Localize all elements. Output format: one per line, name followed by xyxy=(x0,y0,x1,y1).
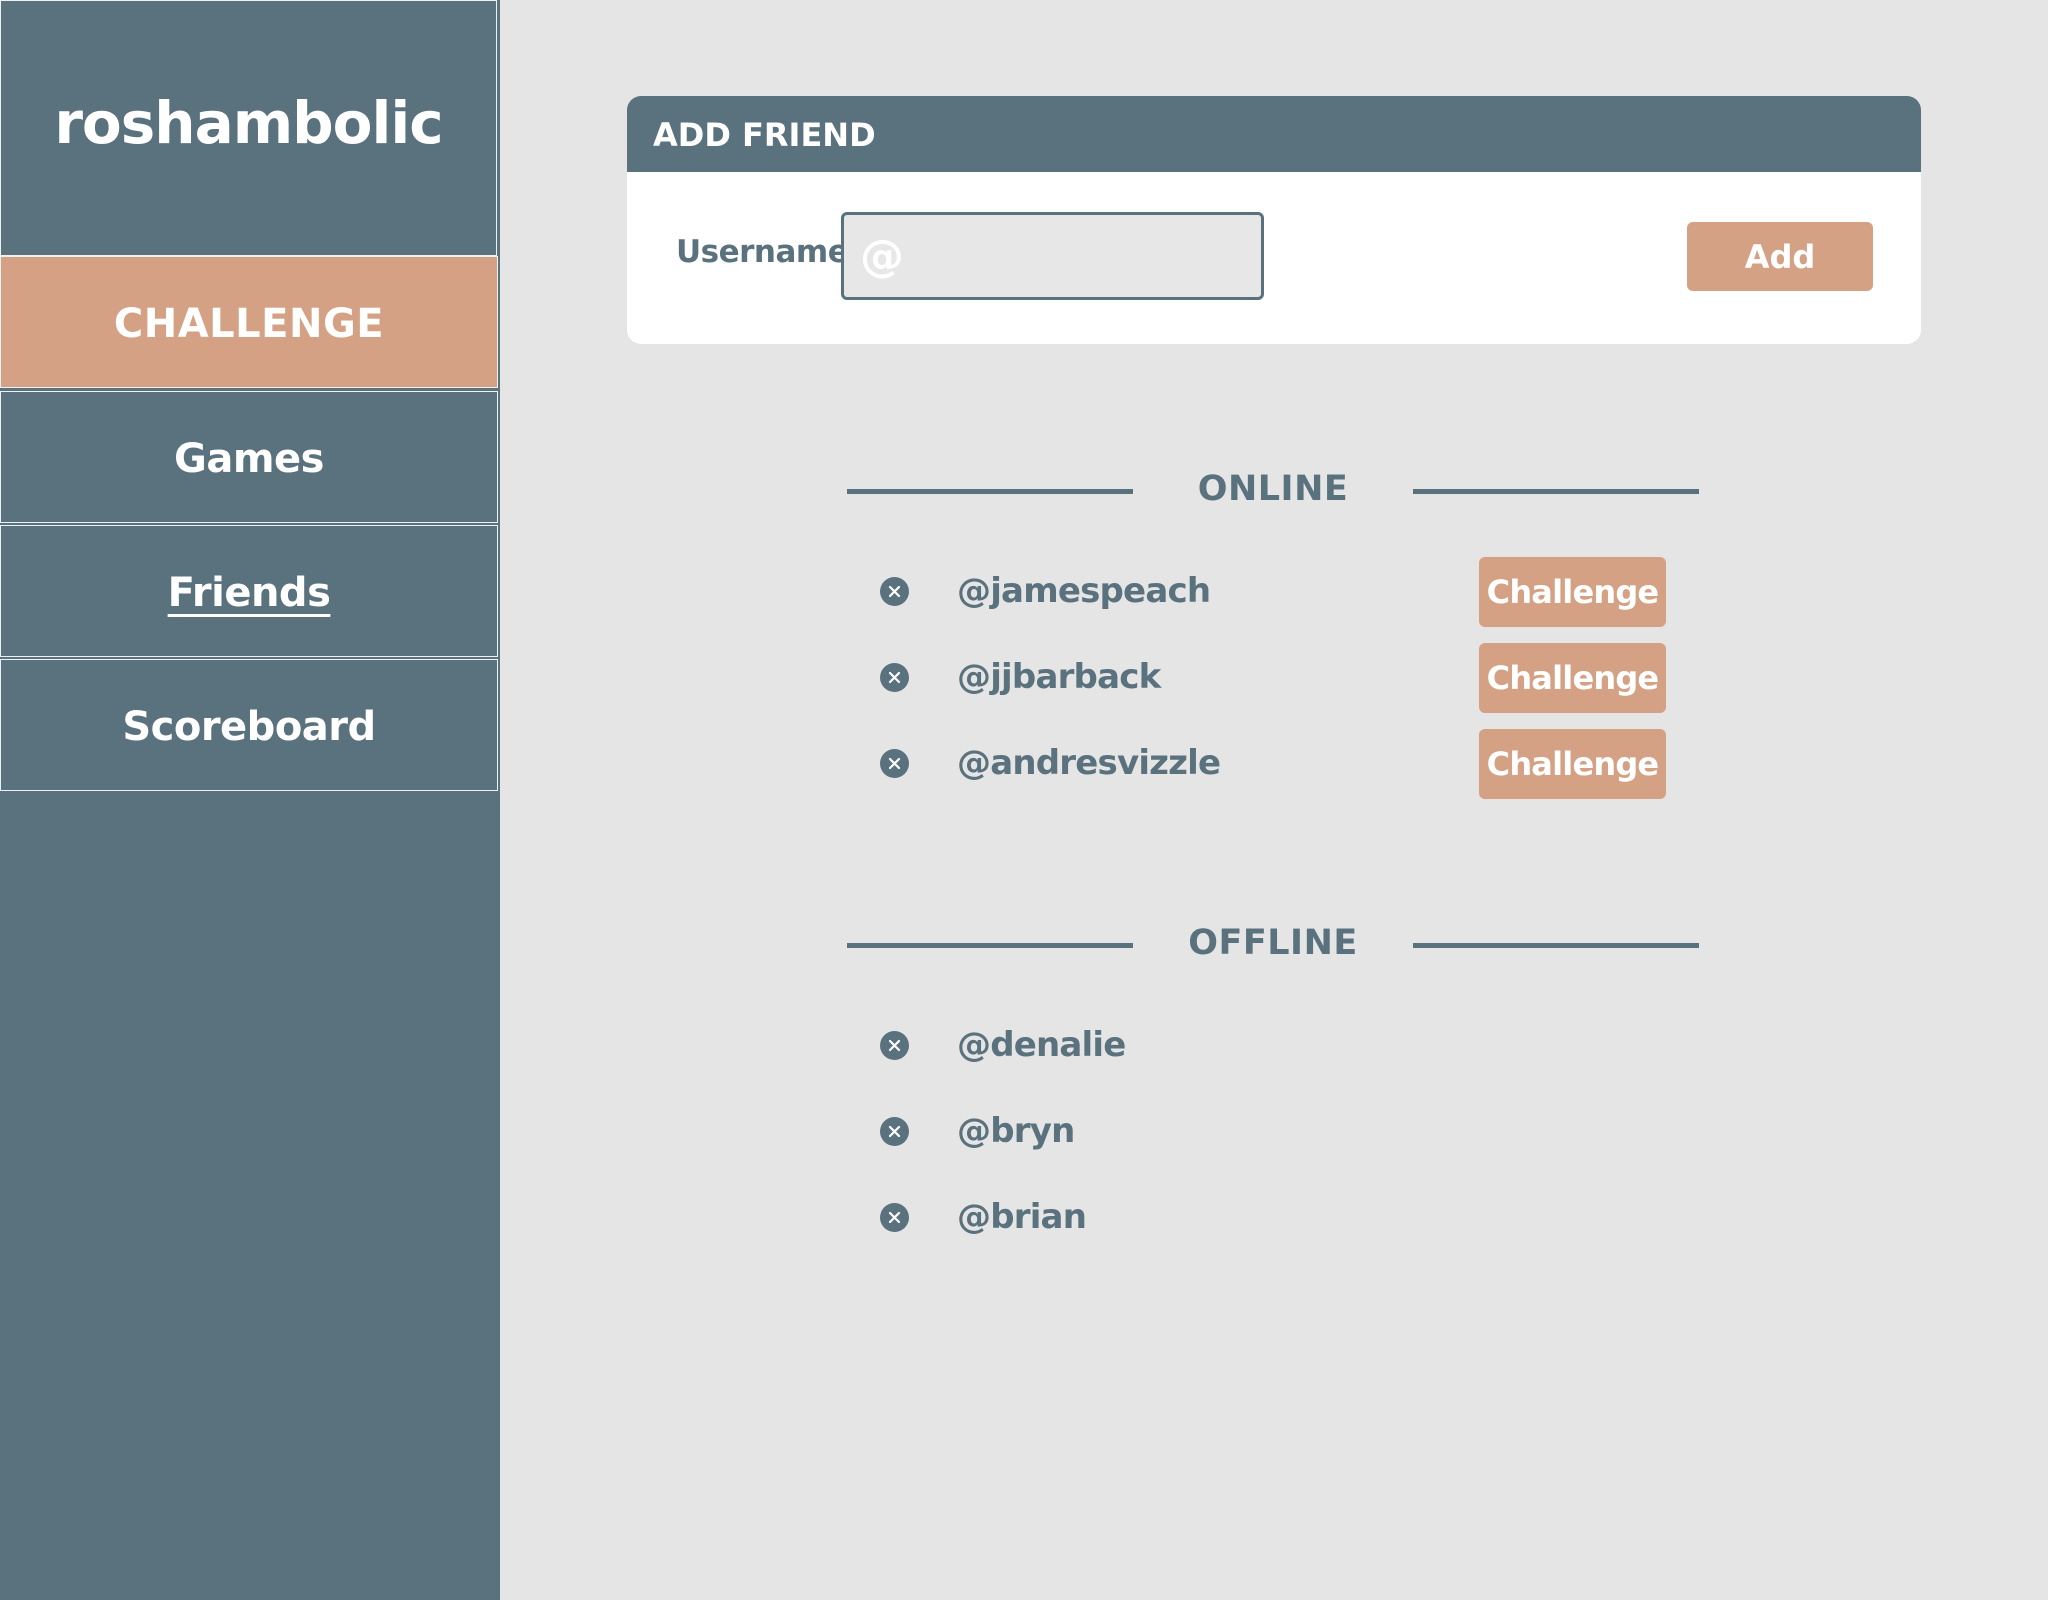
offline-friend-row: @denalie xyxy=(880,1011,1666,1081)
close-circle-icon[interactable] xyxy=(880,1117,909,1146)
friend-username: @jamespeach xyxy=(957,571,1211,611)
divider xyxy=(1413,489,1699,494)
challenge-button[interactable]: Challenge xyxy=(1479,557,1666,627)
username-input[interactable] xyxy=(841,212,1264,300)
sidebar: roshambolic CHALLENGE Games Friends Scor… xyxy=(0,0,500,1600)
friend-username: @brian xyxy=(957,1197,1087,1237)
close-circle-icon[interactable] xyxy=(880,663,909,692)
close-circle-icon[interactable] xyxy=(880,1031,909,1060)
friend-username: @jjbarback xyxy=(957,657,1161,697)
friend-username: @bryn xyxy=(957,1111,1075,1151)
online-friend-row: @andresvizzle Challenge xyxy=(880,729,1666,799)
offline-friend-row: @brian xyxy=(880,1183,1666,1253)
online-friend-row: @jamespeach Challenge xyxy=(880,557,1666,627)
nav-label: Games xyxy=(174,436,324,482)
online-section-heading: ONLINE xyxy=(847,465,1699,515)
online-friend-row: @jjbarback Challenge xyxy=(880,643,1666,713)
nav-label: Scoreboard xyxy=(122,704,376,750)
brand-block: roshambolic xyxy=(0,0,497,256)
nav-label: CHALLENGE xyxy=(113,301,385,347)
nav-label: Friends xyxy=(167,570,331,616)
add-friend-button[interactable]: Add xyxy=(1687,222,1873,291)
nav-item-friends[interactable]: Friends xyxy=(0,525,498,657)
challenge-button[interactable]: Challenge xyxy=(1479,729,1666,799)
nav-item-games[interactable]: Games xyxy=(0,391,498,523)
nav-item-challenge[interactable]: CHALLENGE xyxy=(0,256,498,388)
card-header: ADD FRIEND xyxy=(627,96,1921,172)
app-logo[interactable]: roshambolic xyxy=(1,89,496,157)
offline-section-heading: OFFLINE xyxy=(847,919,1699,969)
divider xyxy=(1413,943,1699,948)
close-circle-icon[interactable] xyxy=(880,577,909,606)
add-friend-card: ADD FRIEND Username Add xyxy=(627,96,1921,344)
challenge-button[interactable]: Challenge xyxy=(1479,643,1666,713)
username-label: Username xyxy=(676,234,849,270)
card-title: ADD FRIEND xyxy=(653,116,876,154)
offline-friend-row: @bryn xyxy=(880,1097,1666,1167)
friend-username: @denalie xyxy=(957,1025,1126,1065)
close-circle-icon[interactable] xyxy=(880,749,909,778)
nav-item-scoreboard[interactable]: Scoreboard xyxy=(0,659,498,791)
friend-username: @andresvizzle xyxy=(957,743,1221,783)
close-circle-icon[interactable] xyxy=(880,1203,909,1232)
